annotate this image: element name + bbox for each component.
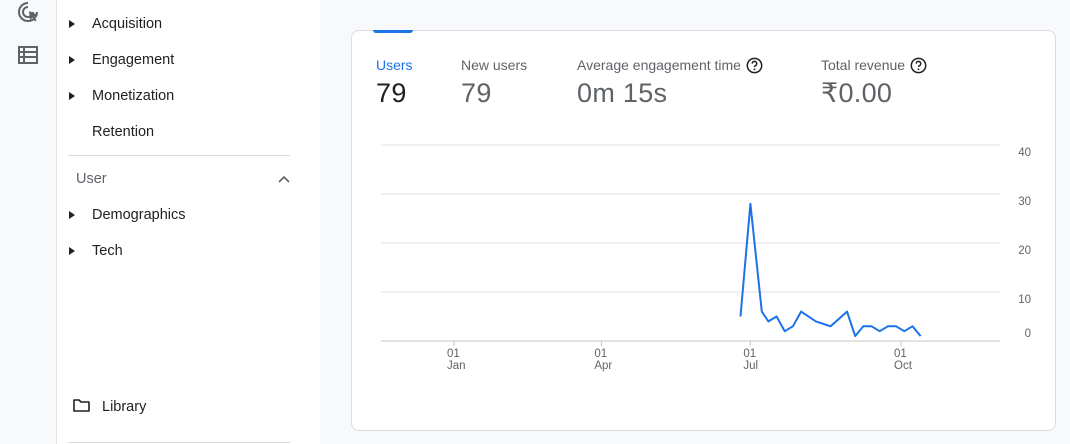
y-tick-label: 0 <box>1025 328 1031 340</box>
x-tick-day: 01 <box>594 348 607 360</box>
x-tick-day: 01 <box>743 348 756 360</box>
series-line <box>739 202 922 338</box>
users-line-chart: 40302010001Jan01Apr01Jul01Oct <box>381 144 1031 372</box>
x-tick-month: Jan <box>447 360 466 372</box>
y-tick-label: 10 <box>1018 294 1031 306</box>
x-tick-day: 01 <box>447 348 460 360</box>
y-tick-label: 20 <box>1018 245 1031 257</box>
x-tick-day: 01 <box>894 348 907 360</box>
y-tick-label: 40 <box>1018 147 1031 159</box>
y-tick-label: 30 <box>1018 196 1031 208</box>
x-tick-month: Oct <box>894 360 913 372</box>
x-tick-month: Apr <box>594 360 612 372</box>
x-tick-month: Jul <box>743 360 758 372</box>
